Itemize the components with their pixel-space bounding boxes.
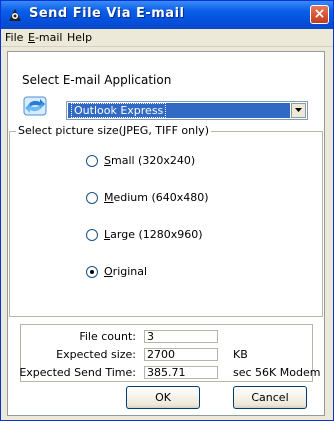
file-count-value: 3 xyxy=(144,330,218,343)
send-file-dialog: Send File Via E-mail × File E-mail Help … xyxy=(0,0,334,421)
radio-medium-button[interactable] xyxy=(86,192,98,204)
email-app-select[interactable]: Outlook Express xyxy=(66,101,308,120)
ok-button[interactable]: OK xyxy=(126,386,200,409)
radio-small-label: mall (320x240) xyxy=(110,154,196,167)
radio-large-button[interactable] xyxy=(86,229,98,241)
radio-original-label: riginal xyxy=(112,265,148,278)
picture-size-group: Select picture size(JPEG, TIFF only) Sma… xyxy=(9,124,323,317)
menu-bar: File E-mail Help xyxy=(1,29,333,47)
camera-app-icon xyxy=(9,9,21,21)
send-time-value: 385.71 xyxy=(144,366,218,379)
send-stats-panel: File count: 3 Expected size: 2700 KB Exp… xyxy=(19,324,320,382)
cancel-button[interactable]: Cancel xyxy=(233,386,307,409)
email-client-icon xyxy=(23,96,47,116)
radio-medium-hotkey: M xyxy=(104,191,114,204)
radio-original-button[interactable] xyxy=(86,266,98,278)
email-app-label: Select E-mail Application xyxy=(22,73,172,87)
picture-size-legend: Select picture size(JPEG, TIFF only) xyxy=(16,124,211,137)
menu-file[interactable]: File xyxy=(5,31,23,44)
dropdown-button[interactable] xyxy=(291,103,306,118)
window-title: Send File Via E-mail xyxy=(29,6,185,21)
expected-size-unit: KB xyxy=(233,348,248,361)
title-bar[interactable]: Send File Via E-mail × xyxy=(1,1,333,29)
expected-size-value: 2700 xyxy=(144,348,218,361)
radio-original-hotkey: O xyxy=(104,265,113,278)
menu-email[interactable]: E-mail xyxy=(28,31,63,44)
radio-large-label: arge (1280x960) xyxy=(110,228,203,241)
file-count-label: File count: xyxy=(79,330,136,343)
radio-medium-label: edium (640x480) xyxy=(113,191,209,204)
radio-small-hotkey: S xyxy=(104,154,111,167)
expected-size-label: Expected size: xyxy=(56,348,136,361)
chevron-down-icon xyxy=(295,108,302,112)
email-app-selected-value: Outlook Express xyxy=(68,103,290,118)
dialog-body: Select E-mail Application Outlook Expres… xyxy=(7,51,325,416)
menu-help[interactable]: Help xyxy=(67,31,92,44)
menu-email-hotkey: E xyxy=(28,31,35,44)
menu-email-label: -mail xyxy=(34,31,63,44)
send-time-unit: sec 56K Modem xyxy=(233,366,321,379)
send-time-label: Expected Send Time: xyxy=(19,366,136,379)
close-button[interactable]: × xyxy=(310,5,329,24)
radio-small-button[interactable] xyxy=(86,155,98,167)
